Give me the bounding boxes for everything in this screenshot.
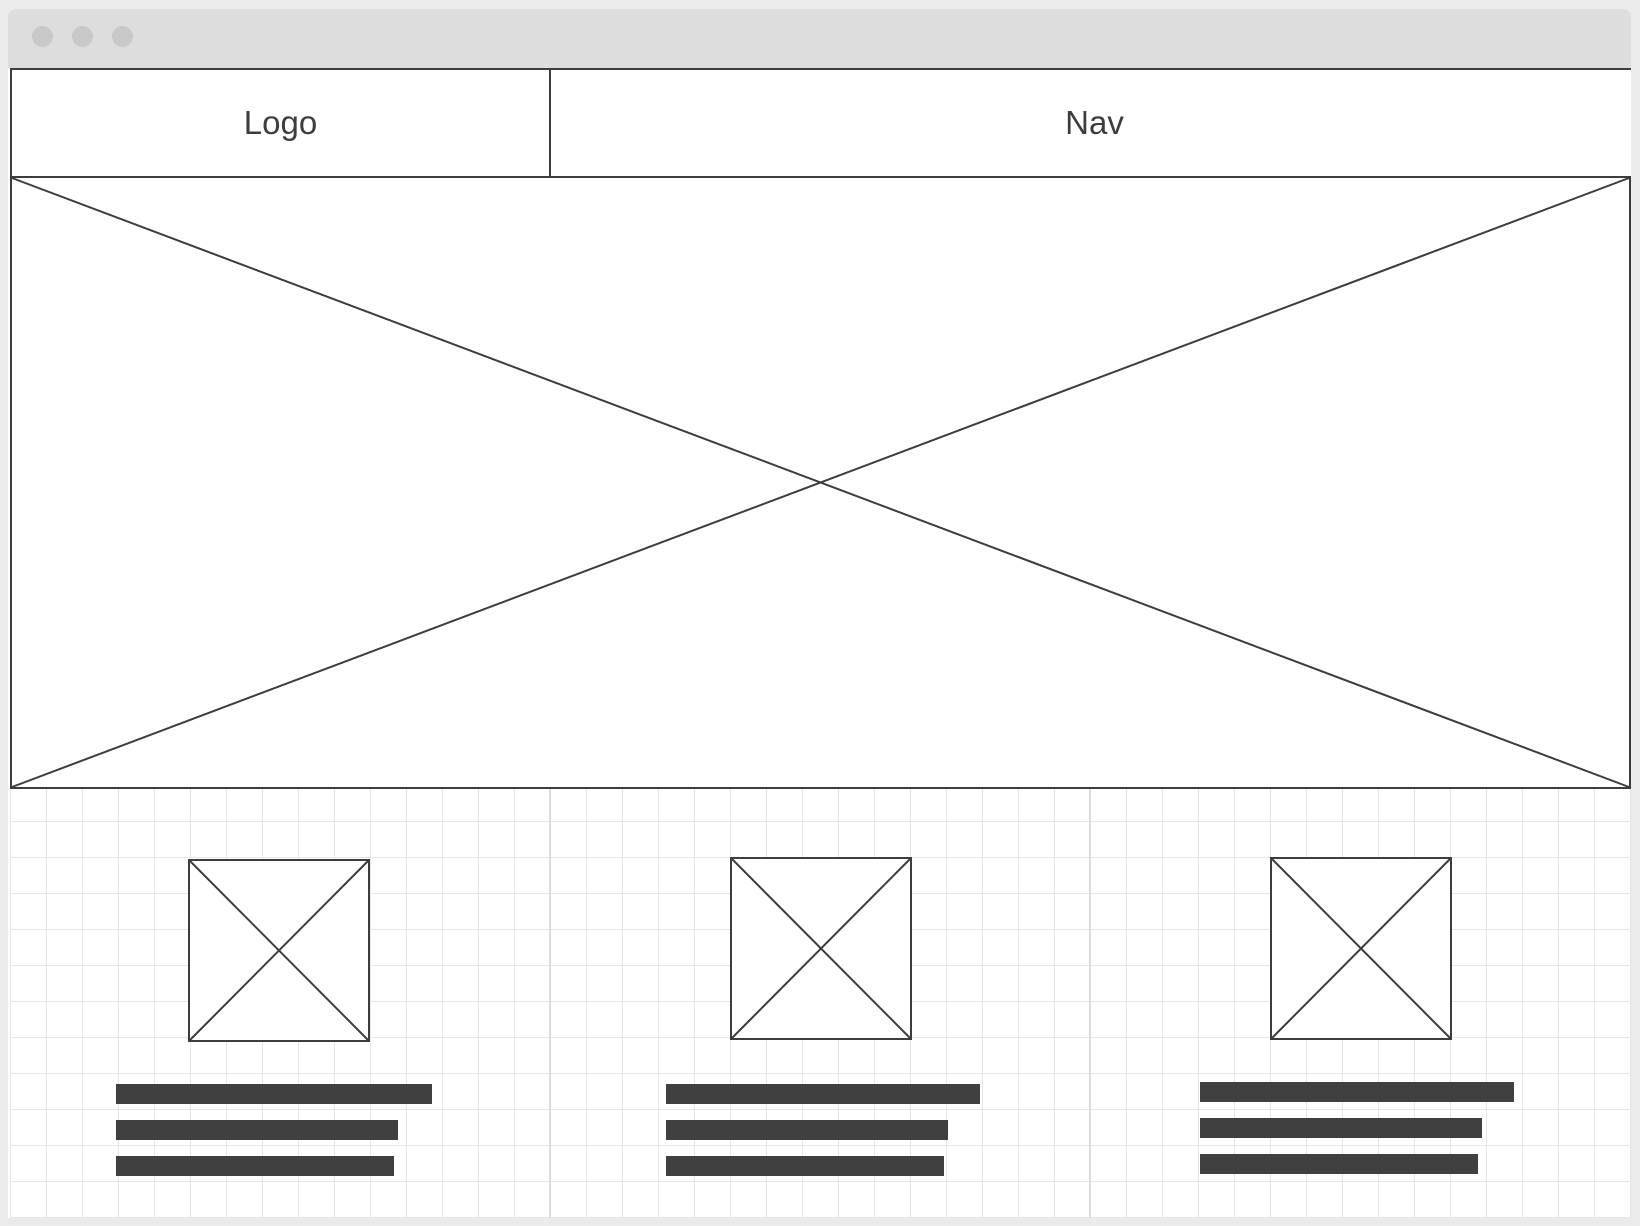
nav-label: Nav — [1065, 104, 1124, 141]
logo-label: Logo — [243, 104, 318, 141]
crossed-box-icon — [1271, 858, 1451, 1039]
column-2-text-line-1 — [666, 1084, 980, 1104]
crossed-box-icon — [189, 860, 369, 1041]
crossed-box-icon — [731, 858, 911, 1039]
column-2-text-line-2 — [666, 1120, 948, 1140]
column-1-image-placeholder — [188, 859, 370, 1042]
column-3-text-line-1 — [1200, 1082, 1514, 1102]
browser-window: Logo Nav — [8, 9, 1631, 1218]
hero-image-placeholder — [10, 176, 1631, 789]
window-titlebar — [8, 9, 1631, 68]
logo-box[interactable]: Logo — [10, 68, 551, 178]
minimize-dot-icon[interactable] — [72, 26, 93, 47]
nav-box[interactable]: Nav — [549, 68, 1631, 178]
column-3-text-line-2 — [1200, 1118, 1482, 1138]
column-2-image-placeholder — [730, 857, 912, 1040]
column-divider — [1089, 789, 1091, 1218]
close-dot-icon[interactable] — [32, 26, 53, 47]
column-1-text-line-2 — [116, 1120, 398, 1140]
column-3-text-line-3 — [1200, 1154, 1478, 1174]
hero-crossed-box-icon — [11, 177, 1630, 788]
column-1-text-line-3 — [116, 1156, 394, 1176]
column-divider — [549, 789, 551, 1218]
column-2-text-line-3 — [666, 1156, 944, 1176]
column-1-text-line-1 — [116, 1084, 432, 1104]
maximize-dot-icon[interactable] — [112, 26, 133, 47]
column-3-image-placeholder — [1270, 857, 1452, 1040]
